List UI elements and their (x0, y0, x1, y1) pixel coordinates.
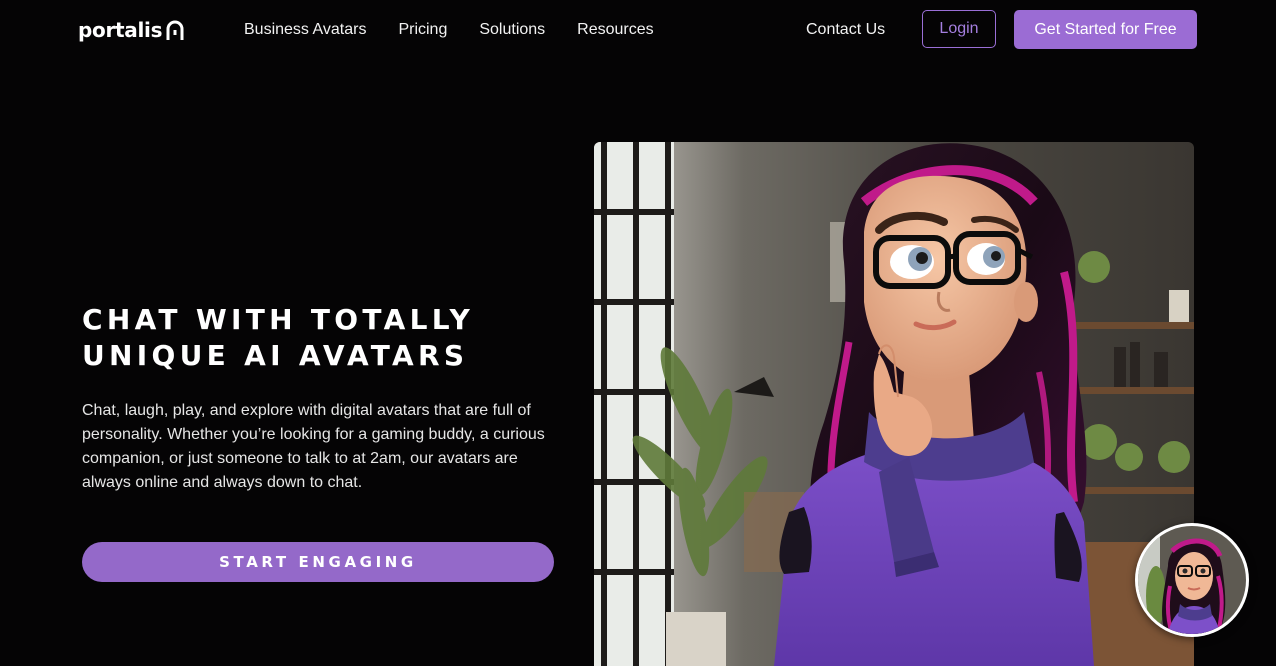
nav-solutions[interactable]: Solutions (479, 20, 545, 40)
nav-resources[interactable]: Resources (577, 20, 653, 40)
nav-pricing[interactable]: Pricing (398, 20, 447, 40)
hero-title: CHAT WITH TOTALLY UNIQUE AI AVATARS (82, 302, 542, 374)
portalis-logo[interactable]: portalis (78, 16, 185, 44)
contact-us-link[interactable]: Contact Us (806, 20, 885, 40)
portal-arch-icon (165, 19, 185, 41)
avatar-chat-bubble-icon[interactable] (1135, 523, 1249, 637)
brand-name: portalis (78, 18, 163, 42)
hero-title-line-2: UNIQUE AI AVATARS (82, 339, 469, 372)
hero-title-line-1: CHAT WITH TOTALLY (82, 303, 475, 336)
nav-business-avatars[interactable]: Business Avatars (244, 20, 366, 40)
avatar-girl-illustration (594, 142, 1194, 666)
top-nav: portalis Business Avatars Pricing Soluti… (0, 0, 1276, 62)
landing-page: portalis Business Avatars Pricing Soluti… (0, 0, 1276, 666)
primary-nav: Business Avatars Pricing Solutions Resou… (244, 20, 686, 40)
login-button[interactable]: Login (922, 10, 996, 48)
hero-description: Chat, laugh, play, and explore with digi… (82, 402, 545, 491)
get-started-button[interactable]: Get Started for Free (1014, 10, 1197, 49)
start-engaging-button[interactable]: START ENGAGING (82, 542, 554, 582)
